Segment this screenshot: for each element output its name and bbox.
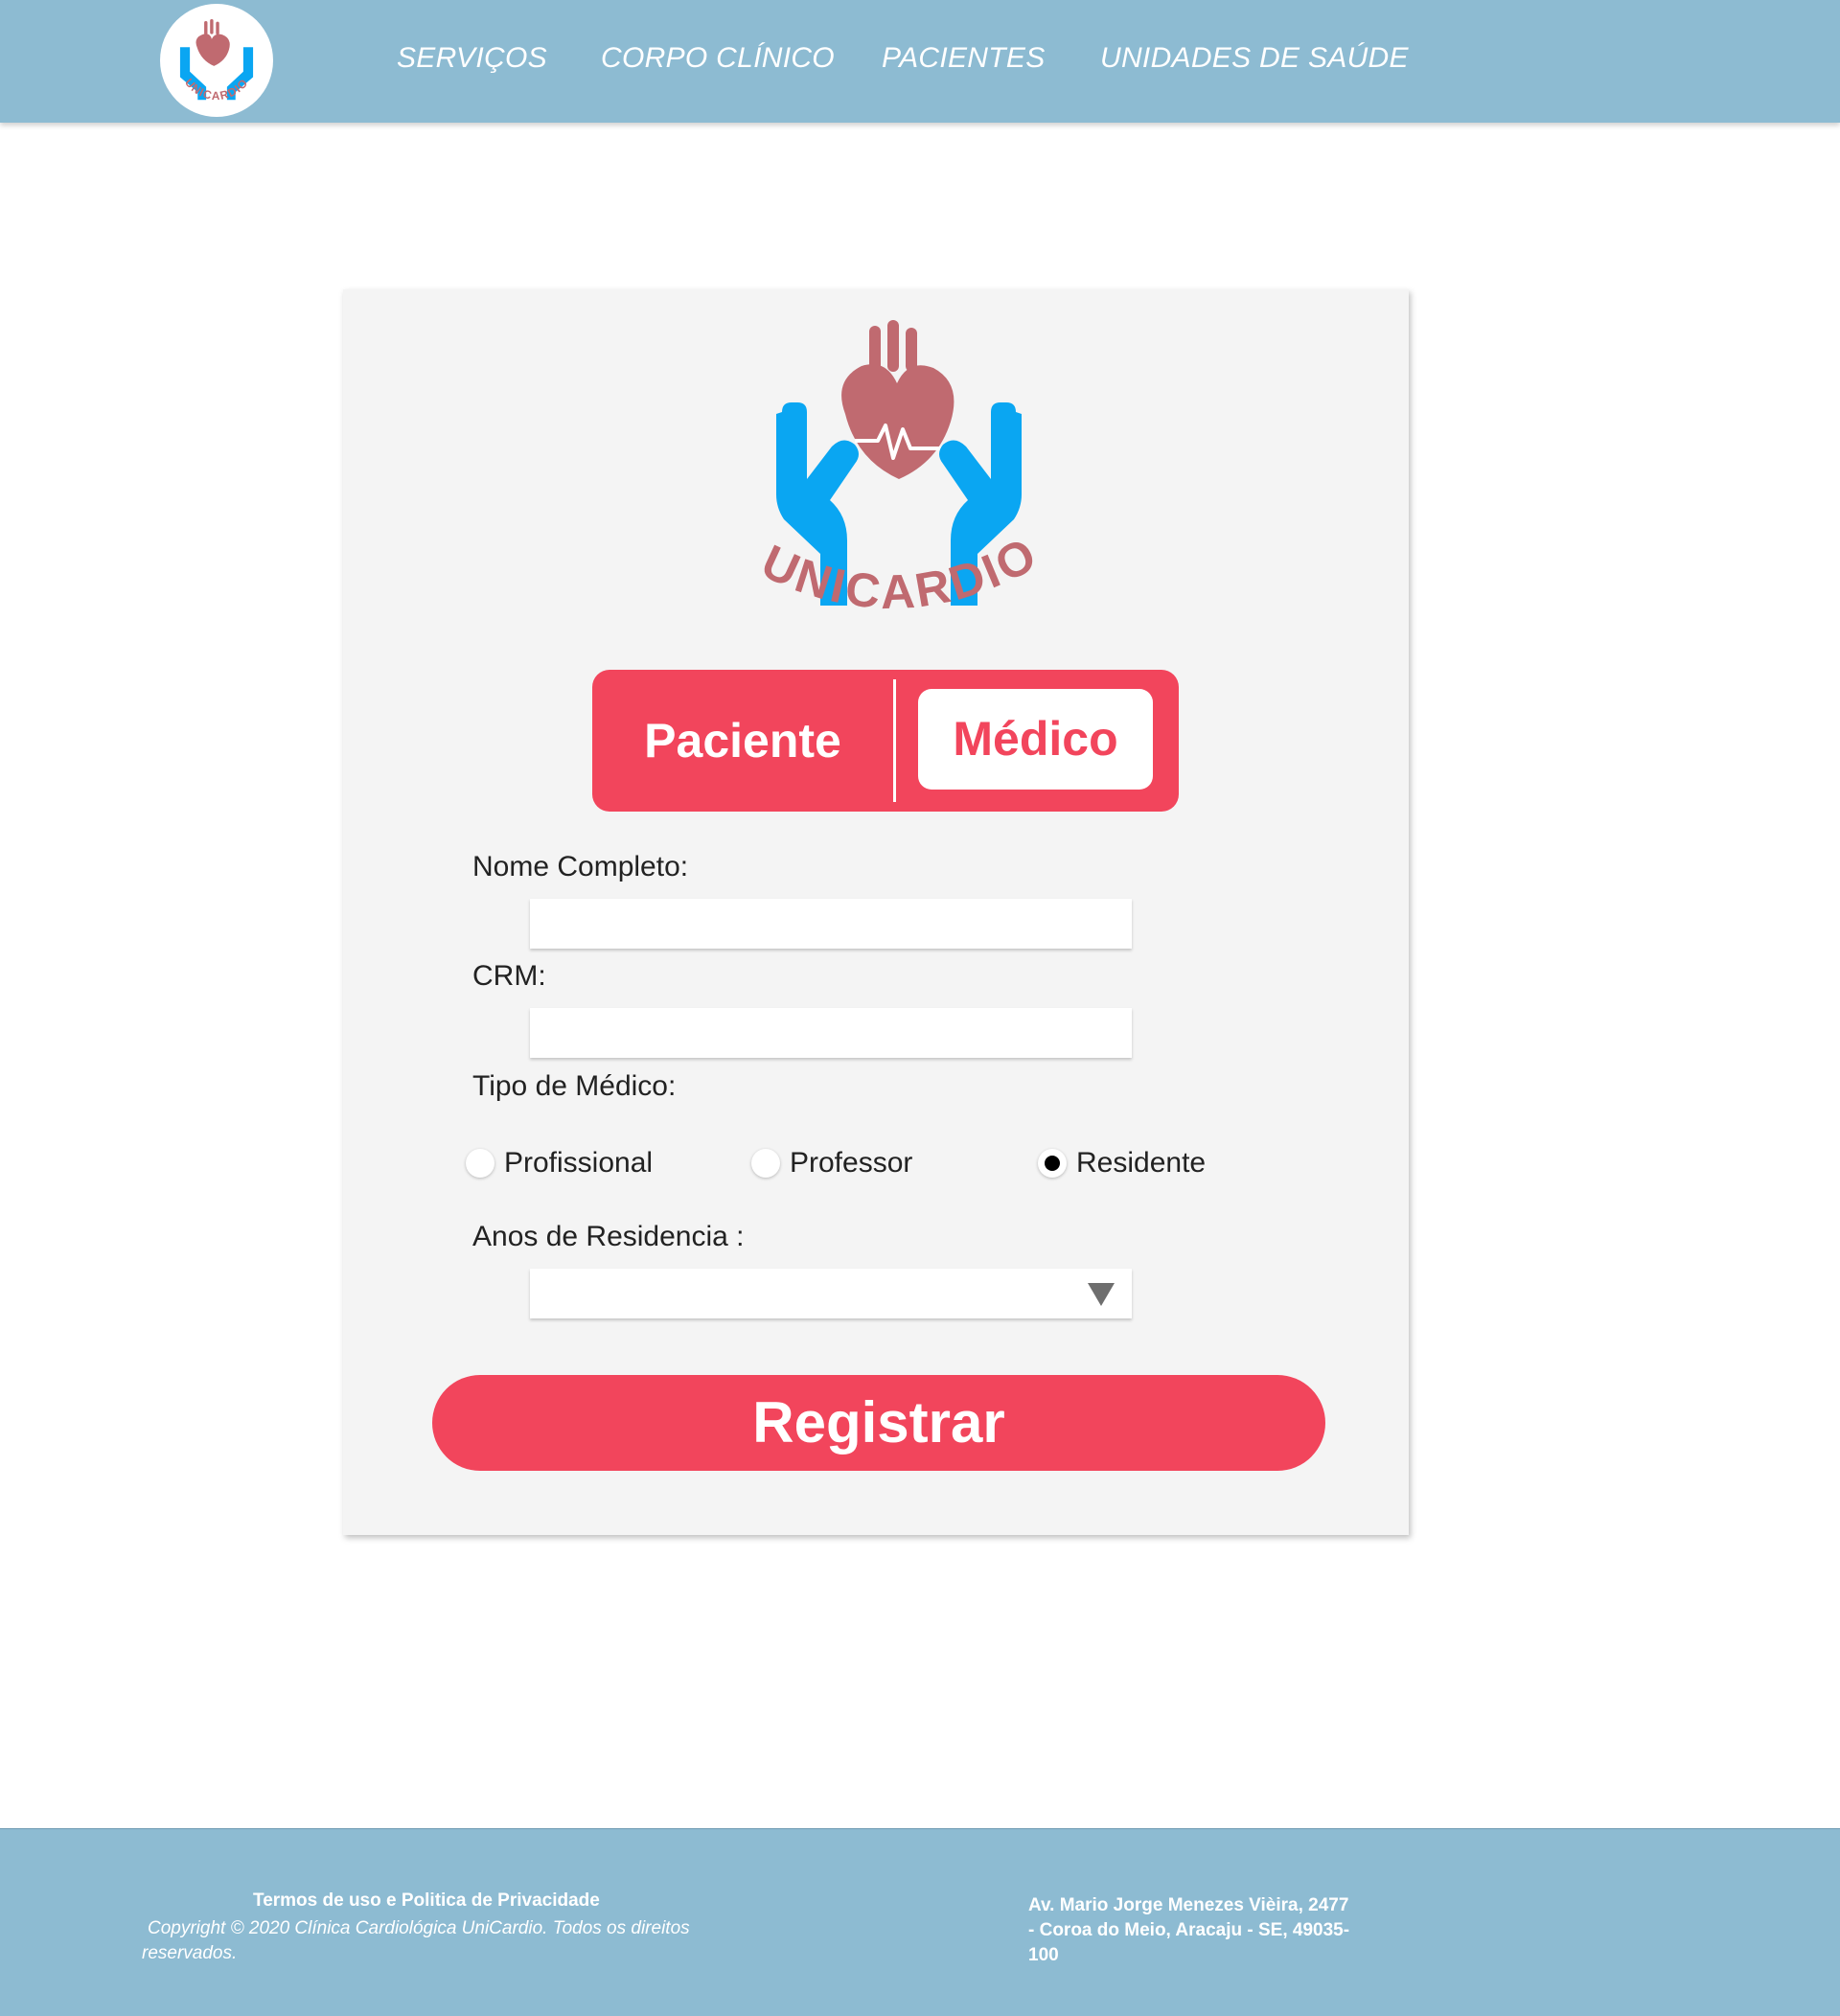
address-text: Av. Mario Jorge Menezes Vièira, 2477 - C…	[1028, 1895, 1350, 1965]
role-option-medico[interactable]: Médico	[918, 689, 1153, 790]
crm-label: CRM:	[472, 960, 546, 992]
crm-input[interactable]	[530, 1008, 1132, 1058]
radio-button-residente[interactable]	[1038, 1149, 1067, 1178]
unicardio-heart-hands-icon: UNICARDIO	[754, 320, 1047, 619]
radio-label-residente: Residente	[1076, 1147, 1207, 1179]
radio-button-professor[interactable]	[751, 1149, 780, 1178]
radio-label-professor: Professor	[790, 1147, 913, 1179]
role-toggle: Paciente Médico	[592, 670, 1179, 812]
top-navbar: UNICARDIO SERVIÇOS CORPO CLÍNICO PACIENT…	[0, 0, 1840, 123]
nav-logo[interactable]: UNICARDIO	[160, 4, 273, 117]
radio-label-profissional: Profissional	[504, 1147, 654, 1179]
nav-unidades-de-saude[interactable]: UNIDADES DE SAÚDE	[1100, 42, 1409, 75]
card-logo: UNICARDIO	[726, 318, 1071, 649]
footer: Termos de uso e Politica de Privacidade …	[0, 1828, 1840, 2016]
role-option-paciente[interactable]: Paciente	[592, 670, 880, 812]
copyright-text: Copyright © 2020 Clínica Cardiológica Un…	[142, 1918, 690, 1963]
role-divider	[893, 679, 896, 802]
tipo-medico-label: Tipo de Médico:	[472, 1070, 677, 1102]
registration-card: UNICARDIO Paciente Médico Nome Completo:…	[343, 289, 1409, 1535]
nav-logo-text: UNICARDIO	[182, 76, 250, 103]
radio-selected-dot	[1045, 1156, 1060, 1171]
anos-residencia-select[interactable]	[530, 1269, 1132, 1318]
nav-corpo-clinico[interactable]: CORPO CLÍNICO	[601, 42, 835, 75]
svg-text:UNICARDIO: UNICARDIO	[182, 76, 251, 103]
nav-servicos[interactable]: SERVIÇOS	[397, 42, 547, 75]
card-logo-text: UNICARDIO	[754, 526, 1045, 619]
terms-privacy-link[interactable]: Termos de uso e Politica de Privacidade	[253, 1890, 600, 1912]
nome-completo-label: Nome Completo:	[472, 851, 689, 882]
register-button[interactable]: Registrar	[432, 1375, 1325, 1471]
dropdown-arrow-icon[interactable]	[1088, 1283, 1115, 1306]
anos-residencia-label: Anos de Residencia :	[472, 1221, 745, 1252]
svg-text:UNICARDIO: UNICARDIO	[754, 526, 1047, 619]
radio-button-profissional[interactable]	[466, 1149, 494, 1178]
nome-completo-input[interactable]	[530, 899, 1132, 949]
nav-pacientes[interactable]: PACIENTES	[882, 42, 1046, 75]
unicardio-logo-icon: UNICARDIO	[179, 18, 254, 103]
